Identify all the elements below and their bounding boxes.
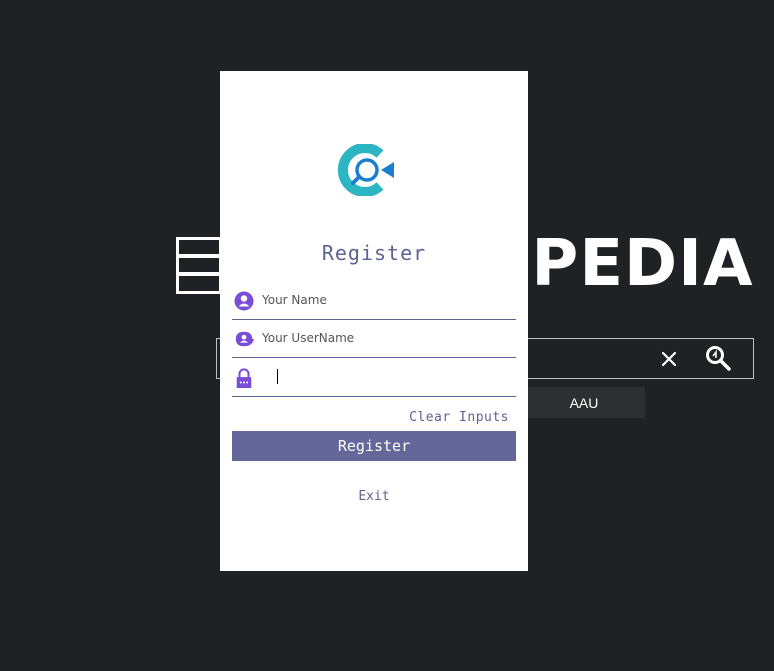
exit-link[interactable]: Exit — [220, 489, 528, 504]
dialog-title: Register — [321, 241, 427, 265]
menu-logo-icon — [176, 237, 222, 294]
clear-inputs-link[interactable]: Clear Inputs — [409, 410, 509, 425]
user-tag-icon — [235, 331, 254, 347]
register-button[interactable]: Register — [232, 431, 516, 461]
name-field — [232, 282, 516, 320]
search-icon[interactable] — [704, 344, 732, 372]
username-input[interactable] — [262, 326, 502, 350]
lock-icon — [236, 368, 252, 388]
tag-button[interactable]: AAU — [523, 387, 645, 418]
close-icon[interactable] — [660, 350, 678, 368]
register-dialog: Register Clear Inputs Register Exit — [220, 71, 528, 571]
name-input[interactable] — [262, 288, 502, 312]
text-caret — [277, 369, 278, 384]
app-logo-icon — [337, 144, 394, 196]
username-field — [232, 320, 516, 358]
password-input[interactable] — [262, 365, 502, 389]
password-field — [232, 359, 516, 397]
user-circle-icon — [234, 291, 254, 311]
